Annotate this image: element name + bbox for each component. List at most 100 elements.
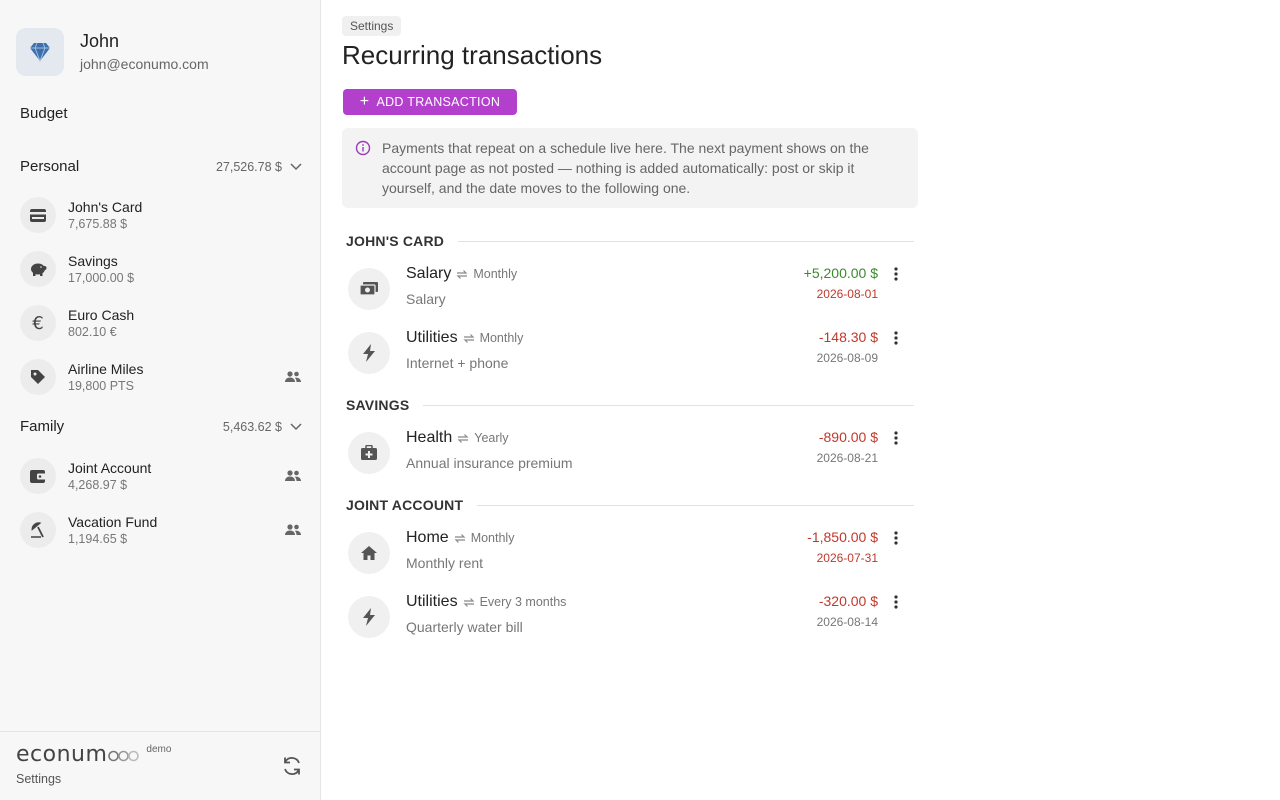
demo-badge: demo	[146, 744, 172, 755]
folder-total: 27,526.78 $	[215, 159, 282, 174]
money-icon	[348, 268, 390, 310]
more-options-button[interactable]	[884, 326, 908, 350]
sidebar-footer: econum demo Settings	[0, 731, 320, 800]
info-text-line: account page as not posted — nothing is …	[382, 160, 855, 176]
piggy-bank-icon	[20, 251, 56, 287]
card-icon	[20, 197, 56, 233]
wallet-icon	[20, 458, 56, 494]
budget-link[interactable]: Budget	[20, 105, 68, 122]
chevron-down-icon	[290, 162, 302, 170]
page-title: Recurring transactions	[342, 40, 603, 70]
repeat-icon	[457, 433, 469, 443]
breadcrumb-settings[interactable]: Settings	[342, 16, 402, 36]
beach-umbrella-icon	[20, 512, 56, 548]
transaction-next-date: 2026-08-21	[816, 451, 878, 465]
account-name: Savings	[68, 252, 118, 269]
transaction-amount: -890.00 $	[818, 429, 878, 445]
info-icon	[355, 140, 371, 156]
section-divider	[458, 240, 914, 242]
account-balance: 4,268.97 $	[68, 477, 128, 492]
sidebar: John john@econumo.com Budget Personal 27…	[0, 0, 321, 800]
recurring-transaction-row[interactable]: Utilities Every 3 months Quarterly water…	[348, 592, 918, 652]
account-name: Airline Miles	[68, 360, 144, 377]
transaction-description: Quarterly water bill	[406, 619, 523, 635]
account-euro-cash[interactable]: € Euro Cash 802.10 €	[20, 300, 305, 346]
settings-link[interactable]: Settings	[16, 772, 61, 786]
account-joint-account[interactable]: Joint Account 4,268.97 $	[20, 453, 305, 499]
lightning-icon	[348, 596, 390, 638]
transaction-amount: +5,200.00 $	[803, 265, 878, 281]
account-balance: 17,000.00 $	[68, 270, 135, 285]
repeat-icon	[463, 597, 475, 607]
more-vertical-icon	[894, 331, 898, 345]
home-icon	[348, 532, 390, 574]
transaction-period: Monthly	[470, 531, 515, 545]
transaction-amount: -320.00 $	[818, 593, 878, 609]
folder-total: 5,463.62 $	[222, 419, 282, 434]
shared-people-icon	[281, 470, 305, 482]
refresh-icon	[284, 757, 300, 775]
account-savings[interactable]: Savings 17,000.00 $	[20, 246, 305, 292]
info-text-line: yourself, and the date moves to the foll…	[382, 180, 691, 196]
transaction-period: Yearly	[474, 431, 509, 445]
account-johns-card[interactable]: John's Card 7,675.88 $	[20, 192, 305, 238]
transaction-description: Monthly rent	[406, 555, 484, 571]
sync-button[interactable]	[278, 752, 306, 780]
plus-icon: +	[359, 93, 370, 110]
account-vacation-fund[interactable]: Vacation Fund 1,194.65 $	[20, 507, 305, 553]
transaction-next-date: 2026-08-14	[816, 615, 878, 629]
euro-icon: €	[20, 305, 56, 341]
recurring-transaction-row[interactable]: Utilities Monthly Internet + phone -148.…	[348, 328, 918, 388]
folder-family[interactable]: Family 5,463.62 $	[20, 418, 302, 435]
more-options-button[interactable]	[884, 262, 908, 286]
app-logo: econum demo	[16, 742, 171, 767]
transaction-period: Monthly	[473, 267, 518, 281]
transaction-amount: -1,850.00 $	[807, 529, 878, 545]
transaction-period: Every 3 months	[479, 595, 567, 609]
folder-personal[interactable]: Personal 27,526.78 $	[20, 158, 302, 175]
section-title: JOHN'S CARD	[346, 233, 445, 249]
lightning-icon	[348, 332, 390, 374]
transaction-period: Monthly	[479, 331, 524, 345]
account-name: Joint Account	[68, 459, 152, 476]
more-options-button[interactable]	[884, 426, 908, 450]
transaction-name: Health	[406, 429, 453, 446]
folder-name: Family	[20, 418, 65, 435]
recurring-transaction-row[interactable]: Health Yearly Annual insurance premium -…	[348, 428, 918, 488]
info-banner: Payments that repeat on a schedule live …	[342, 128, 918, 208]
more-vertical-icon	[894, 531, 898, 545]
section-title: SAVINGS	[346, 397, 410, 413]
add-transaction-button[interactable]: + ADD TRANSACTION	[343, 89, 517, 115]
transaction-name: Utilities	[406, 593, 458, 610]
logo-circles-icon	[108, 750, 140, 762]
add-transaction-label: ADD TRANSACTION	[376, 95, 501, 109]
more-options-button[interactable]	[884, 590, 908, 614]
transaction-name: Home	[406, 529, 449, 546]
folder-name: Personal	[20, 158, 80, 175]
section-divider	[477, 504, 914, 506]
user-email: john@econumo.com	[80, 56, 209, 72]
account-airline-miles[interactable]: Airline Miles 19,800 PTS	[20, 354, 305, 400]
logo-text: econum	[16, 742, 108, 767]
tag-icon	[20, 359, 56, 395]
account-balance: 7,675.88 $	[68, 216, 128, 231]
transaction-name: Utilities	[406, 329, 458, 346]
transaction-description: Annual insurance premium	[406, 455, 573, 471]
shared-people-icon	[281, 524, 305, 536]
more-options-button[interactable]	[884, 526, 908, 550]
more-vertical-icon	[894, 431, 898, 445]
section-divider	[423, 404, 914, 406]
section-joint-account: JOINT ACCOUNT	[346, 497, 914, 513]
transaction-next-date: 2026-08-09	[816, 351, 878, 365]
recurring-transaction-row[interactable]: Salary Monthly Salary +5,200.00 $ 2026-0…	[348, 264, 918, 324]
repeat-icon	[454, 533, 466, 543]
repeat-icon	[463, 333, 475, 343]
account-balance: 19,800 PTS	[68, 378, 135, 393]
account-balance: 1,194.65 $	[68, 531, 128, 546]
account-balance: 802.10 €	[68, 324, 117, 339]
user-name: John	[80, 31, 120, 51]
section-title: JOINT ACCOUNT	[346, 497, 464, 513]
user-profile[interactable]: John john@econumo.com	[16, 28, 209, 76]
diamond-icon	[16, 28, 64, 76]
recurring-transaction-row[interactable]: Home Monthly Monthly rent -1,850.00 $ 20…	[348, 528, 918, 588]
